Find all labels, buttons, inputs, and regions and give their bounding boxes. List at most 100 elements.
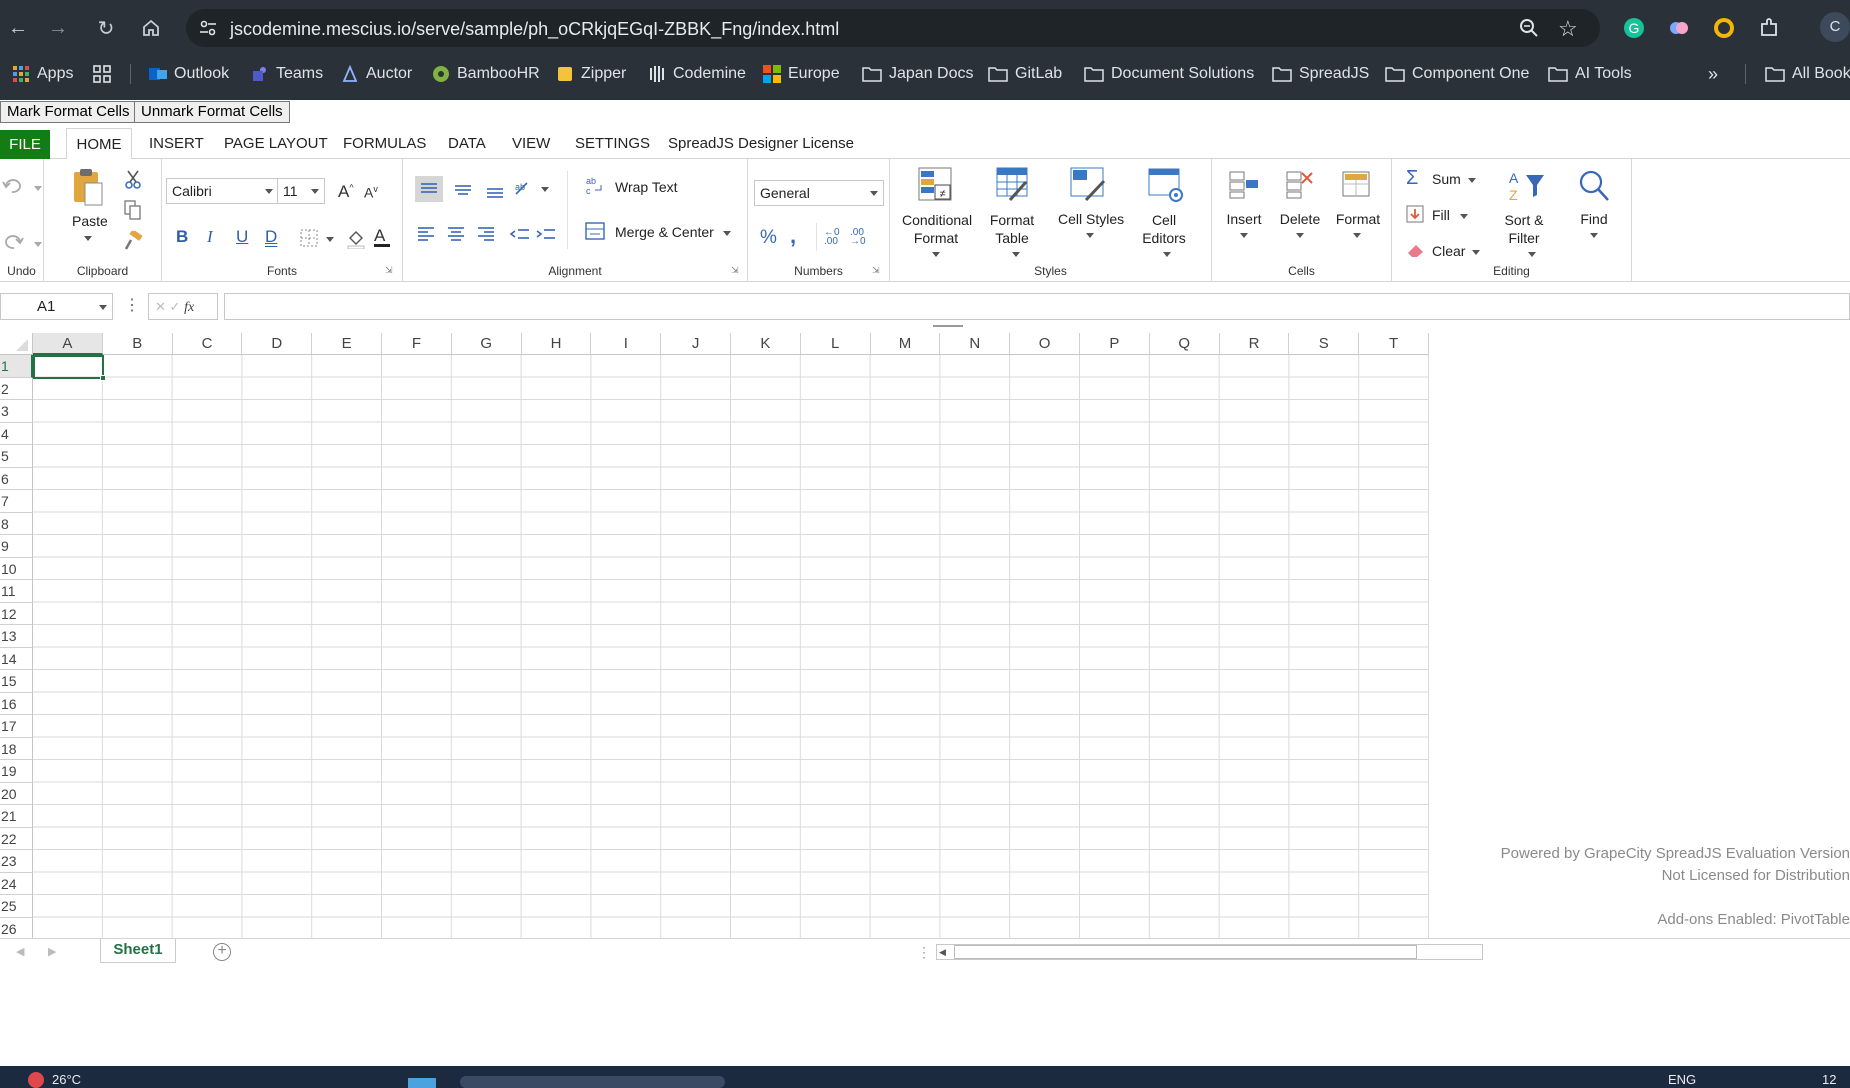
column-header[interactable]: N <box>940 333 1011 355</box>
row-header[interactable]: 7 <box>0 490 33 513</box>
bookmark-component-one[interactable]: Component One <box>1385 64 1529 84</box>
column-header[interactable]: L <box>800 333 871 355</box>
column-header[interactable]: K <box>731 333 801 355</box>
row-header[interactable]: 2 <box>0 377 33 400</box>
row-header[interactable]: 13 <box>0 625 33 648</box>
column-header[interactable]: G <box>451 333 522 355</box>
fill-label[interactable]: Fill <box>1432 207 1450 223</box>
bookmark-bamboohr[interactable]: BambooHR <box>432 64 540 84</box>
color-extension-icon[interactable] <box>1712 16 1736 40</box>
column-header[interactable]: H <box>521 333 592 355</box>
merge-dropdown-icon[interactable] <box>723 231 731 236</box>
bookmark-zipper[interactable]: Zipper <box>556 64 626 84</box>
tab-file[interactable]: FILE <box>0 130 50 159</box>
merge-center-label[interactable]: Merge & Center <box>615 224 714 240</box>
row-header[interactable]: 8 <box>0 512 33 535</box>
cell-area[interactable] <box>33 355 1430 938</box>
column-header[interactable]: P <box>1080 333 1150 355</box>
mark-format-cells-button[interactable]: Mark Format Cells <box>0 101 137 123</box>
format-table-label[interactable]: Format Table <box>986 211 1038 247</box>
bookmark-star-icon[interactable]: ☆ <box>1558 16 1578 42</box>
all-bookmarks[interactable]: All Bookmarks <box>1765 64 1850 84</box>
formula-resize-handle[interactable] <box>933 325 963 327</box>
fill-color-icon[interactable] <box>346 229 366 249</box>
wrap-text-label[interactable]: Wrap Text <box>615 179 678 195</box>
column-header[interactable]: S <box>1289 333 1360 355</box>
bookmark-document-solutions[interactable]: Document Solutions <box>1084 64 1254 84</box>
format-painter-icon[interactable] <box>124 231 144 251</box>
fill-handle[interactable] <box>100 375 106 381</box>
double-underline-icon[interactable]: D <box>265 227 277 247</box>
paste-label[interactable]: Paste <box>72 213 108 229</box>
profile-avatar[interactable]: C <box>1820 12 1850 42</box>
unmark-format-cells-button[interactable]: Unmark Format Cells <box>134 101 290 123</box>
sort-filter-dropdown-icon[interactable] <box>1528 252 1536 257</box>
row-header[interactable]: 3 <box>0 400 33 423</box>
cell-styles-label[interactable]: Cell Styles <box>1058 211 1124 227</box>
row-header[interactable]: 4 <box>0 422 33 445</box>
row-header[interactable]: 15 <box>0 670 33 693</box>
orientation-icon[interactable]: ab <box>513 179 533 199</box>
row-header[interactable]: 5 <box>0 445 33 468</box>
column-header[interactable]: F <box>382 333 452 355</box>
bookmark-gitlab[interactable]: GitLab <box>988 64 1062 84</box>
cell-editors-icon[interactable] <box>1148 167 1184 203</box>
home-icon[interactable] <box>137 14 165 42</box>
grammarly-icon[interactable]: G <box>1622 16 1646 40</box>
clock-text[interactable]: 12 <box>1822 1072 1836 1087</box>
bookmark-spreadjs[interactable]: SpreadJS <box>1272 64 1369 84</box>
row-header[interactable]: 10 <box>0 557 33 580</box>
format-table-icon[interactable] <box>996 167 1030 201</box>
conditional-format-icon[interactable]: ≠ <box>918 167 952 201</box>
align-middle-icon[interactable] <box>449 176 477 202</box>
fill-dropdown-icon[interactable] <box>1460 214 1468 219</box>
bookmark-europe[interactable]: Europe <box>763 64 840 84</box>
forward-icon[interactable]: → <box>44 14 72 42</box>
column-header[interactable]: T <box>1359 333 1429 355</box>
formula-input[interactable] <box>224 293 1850 320</box>
sum-label[interactable]: Sum <box>1432 171 1461 187</box>
row-header[interactable]: 19 <box>0 760 33 783</box>
row-header[interactable]: 16 <box>0 692 33 715</box>
increase-decimal-icon[interactable]: ←0.00 <box>824 228 840 247</box>
delete-label[interactable]: Delete <box>1278 211 1322 227</box>
align-right-icon[interactable] <box>475 225 497 243</box>
format-dropdown-icon[interactable] <box>1353 233 1361 238</box>
cell-editors-dropdown-icon[interactable] <box>1163 252 1171 257</box>
scroll-thumb[interactable] <box>954 945 1417 959</box>
row-header[interactable]: 23 <box>0 850 33 873</box>
find-dropdown-icon[interactable] <box>1590 233 1598 238</box>
brain-extension-icon[interactable] <box>1667 16 1691 40</box>
row-header[interactable]: 21 <box>0 805 33 828</box>
language-indicator[interactable]: ENG <box>1668 1072 1696 1087</box>
fill-icon[interactable] <box>1406 205 1424 223</box>
selected-cell[interactable] <box>33 355 106 381</box>
align-center-icon[interactable] <box>445 225 467 243</box>
orientation-dropdown-icon[interactable] <box>541 187 549 192</box>
column-header[interactable]: B <box>102 333 173 355</box>
tab-data[interactable]: DATA <box>446 128 488 159</box>
underline-icon[interactable]: U <box>236 227 248 247</box>
paste-icon[interactable] <box>72 167 104 207</box>
column-header[interactable]: A <box>33 333 103 355</box>
decrease-indent-icon[interactable] <box>509 225 531 243</box>
bold-icon[interactable]: B <box>176 227 188 247</box>
autosum-icon[interactable]: Σ <box>1406 167 1418 190</box>
column-header[interactable]: E <box>312 333 382 355</box>
insert-cells-icon[interactable] <box>1229 171 1259 199</box>
tab-designer-license[interactable]: SpreadJS Designer License <box>666 128 856 159</box>
insert-dropdown-icon[interactable] <box>1240 233 1248 238</box>
clear-label[interactable]: Clear <box>1432 243 1465 259</box>
row-header[interactable]: 11 <box>0 580 33 603</box>
fx-icon[interactable]: fx <box>184 300 194 315</box>
redo-dropdown-icon[interactable] <box>34 242 42 247</box>
row-header[interactable]: 18 <box>0 737 33 760</box>
scroll-left-icon[interactable]: ◀ <box>939 947 946 958</box>
cell-styles-icon[interactable] <box>1070 167 1106 201</box>
row-header[interactable]: 25 <box>0 895 33 918</box>
bookmark-japan-docs[interactable]: Japan Docs <box>862 64 974 84</box>
column-header[interactable]: Q <box>1149 333 1220 355</box>
align-bottom-icon[interactable] <box>481 176 509 202</box>
bookmark-apps[interactable]: Apps <box>12 64 73 84</box>
cell-editors-label[interactable]: Cell Editors <box>1138 211 1190 247</box>
